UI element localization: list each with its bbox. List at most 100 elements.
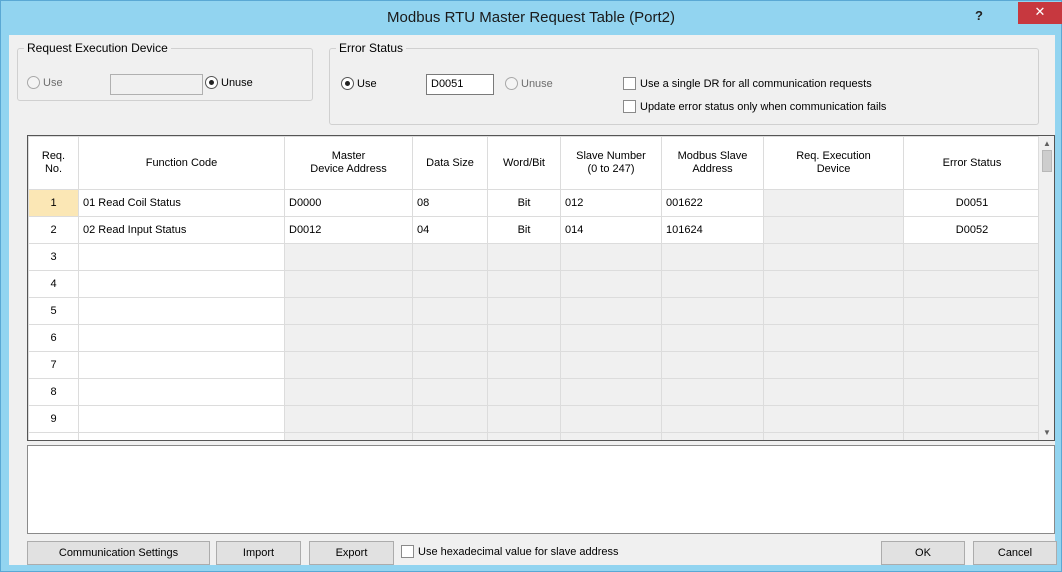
error-status-use-radio[interactable]: Use <box>341 77 377 90</box>
req-exec-device-cell[interactable] <box>763 351 904 379</box>
table-row[interactable]: 7 <box>28 351 1041 379</box>
error-status-cell[interactable] <box>903 351 1041 379</box>
function-code-cell[interactable] <box>78 378 285 406</box>
function-code-cell[interactable] <box>78 324 285 352</box>
column-header-function-code[interactable]: Function Code <box>78 136 285 190</box>
error-status-cell[interactable]: D0051 <box>903 189 1041 217</box>
slave-number-cell[interactable] <box>560 243 662 271</box>
error-status-cell[interactable]: D0052 <box>903 216 1041 244</box>
table-row[interactable]: 10 <box>28 432 1041 440</box>
master-address-cell[interactable] <box>284 324 413 352</box>
slave-address-cell[interactable] <box>661 351 764 379</box>
error-status-cell[interactable] <box>903 297 1041 325</box>
error-status-unuse-radio[interactable]: Unuse <box>505 77 553 90</box>
scroll-up-icon[interactable]: ▲ <box>1043 139 1051 148</box>
word-bit-cell[interactable] <box>487 243 561 271</box>
master-address-cell[interactable] <box>284 378 413 406</box>
close-button[interactable]: ✕ <box>1018 2 1062 24</box>
table-row[interactable]: 5 <box>28 297 1041 325</box>
import-button[interactable]: Import <box>216 541 301 565</box>
column-header-modbus-slave-address[interactable]: Modbus Slave Address <box>661 136 764 190</box>
update-on-fail-checkbox[interactable]: Update error status only when communicat… <box>623 100 886 113</box>
req-exec-device-input[interactable] <box>110 74 203 95</box>
column-header-error-status[interactable]: Error Status <box>903 136 1041 190</box>
title-bar[interactable]: Modbus RTU Master Request Table (Port2) … <box>1 1 1062 35</box>
req-exec-device-cell[interactable] <box>763 378 904 406</box>
ok-button[interactable]: OK <box>881 541 965 565</box>
req-exec-use-radio[interactable]: Use <box>27 76 63 89</box>
req-exec-device-cell[interactable] <box>763 324 904 352</box>
column-header-req-execution-device[interactable]: Req. Execution Device <box>763 136 904 190</box>
error-status-cell[interactable] <box>903 405 1041 433</box>
slave-address-cell[interactable] <box>661 378 764 406</box>
req-exec-device-cell[interactable] <box>763 432 904 440</box>
column-header-word-bit[interactable]: Word/Bit <box>487 136 561 190</box>
req-exec-device-cell[interactable] <box>763 270 904 298</box>
slave-number-cell[interactable] <box>560 324 662 352</box>
master-address-cell[interactable]: D0000 <box>284 189 413 217</box>
function-code-cell[interactable]: 01 Read Coil Status <box>78 189 285 217</box>
slave-address-cell[interactable] <box>661 324 764 352</box>
slave-number-cell[interactable] <box>560 405 662 433</box>
master-address-cell[interactable] <box>284 432 413 440</box>
word-bit-cell[interactable] <box>487 378 561 406</box>
word-bit-cell[interactable] <box>487 270 561 298</box>
slave-address-cell[interactable] <box>661 243 764 271</box>
data-size-cell[interactable]: 04 <box>412 216 488 244</box>
req-exec-device-cell[interactable] <box>763 405 904 433</box>
word-bit-cell[interactable]: Bit <box>487 216 561 244</box>
error-status-cell[interactable] <box>903 324 1041 352</box>
scroll-down-icon[interactable]: ▼ <box>1043 428 1051 437</box>
column-header-req-no[interactable]: Req. No. <box>28 136 79 190</box>
req-exec-device-cell[interactable] <box>763 189 904 217</box>
word-bit-cell[interactable] <box>487 351 561 379</box>
data-size-cell[interactable] <box>412 324 488 352</box>
word-bit-cell[interactable]: Bit <box>487 189 561 217</box>
data-size-cell[interactable] <box>412 243 488 271</box>
error-status-device-input[interactable]: D0051 <box>426 74 494 95</box>
req-exec-device-cell[interactable] <box>763 243 904 271</box>
slave-address-cell[interactable] <box>661 270 764 298</box>
slave-address-cell[interactable] <box>661 405 764 433</box>
master-address-cell[interactable] <box>284 270 413 298</box>
error-status-cell[interactable] <box>903 270 1041 298</box>
data-size-cell[interactable] <box>412 378 488 406</box>
req-exec-unuse-radio[interactable]: Unuse <box>205 76 253 89</box>
row-number-cell[interactable]: 9 <box>28 405 79 433</box>
slave-address-cell[interactable] <box>661 297 764 325</box>
column-header-data-size[interactable]: Data Size <box>412 136 488 190</box>
data-size-cell[interactable] <box>412 432 488 440</box>
table-row[interactable]: 6 <box>28 324 1041 352</box>
slave-number-cell[interactable] <box>560 270 662 298</box>
function-code-cell[interactable]: 02 Read Input Status <box>78 216 285 244</box>
error-status-cell[interactable] <box>903 243 1041 271</box>
req-exec-device-cell[interactable] <box>763 297 904 325</box>
slave-address-cell[interactable]: 001622 <box>661 189 764 217</box>
slave-number-cell[interactable] <box>560 432 662 440</box>
word-bit-cell[interactable] <box>487 405 561 433</box>
help-button[interactable]: ? <box>969 7 989 25</box>
function-code-cell[interactable] <box>78 405 285 433</box>
word-bit-cell[interactable] <box>487 297 561 325</box>
row-number-cell[interactable]: 7 <box>28 351 79 379</box>
word-bit-cell[interactable] <box>487 432 561 440</box>
word-bit-cell[interactable] <box>487 324 561 352</box>
slave-number-cell[interactable] <box>560 351 662 379</box>
request-table[interactable]: Req. No. Function Code Master Device Addre… <box>27 135 1055 441</box>
master-address-cell[interactable] <box>284 243 413 271</box>
table-scrollbar[interactable]: ▲ ▼ <box>1038 136 1054 440</box>
slave-number-cell[interactable] <box>560 378 662 406</box>
row-number-cell[interactable]: 10 <box>28 432 79 440</box>
column-header-master-device-address[interactable]: Master Device Address <box>284 136 413 190</box>
row-number-cell[interactable]: 6 <box>28 324 79 352</box>
error-status-cell[interactable] <box>903 378 1041 406</box>
row-number-cell[interactable]: 8 <box>28 378 79 406</box>
req-exec-device-cell[interactable] <box>763 216 904 244</box>
slave-number-cell[interactable]: 014 <box>560 216 662 244</box>
slave-number-cell[interactable]: 012 <box>560 189 662 217</box>
function-code-cell[interactable] <box>78 297 285 325</box>
master-address-cell[interactable]: D0012 <box>284 216 413 244</box>
cancel-button[interactable]: Cancel <box>973 541 1057 565</box>
data-size-cell[interactable] <box>412 297 488 325</box>
table-row[interactable]: 8 <box>28 378 1041 406</box>
